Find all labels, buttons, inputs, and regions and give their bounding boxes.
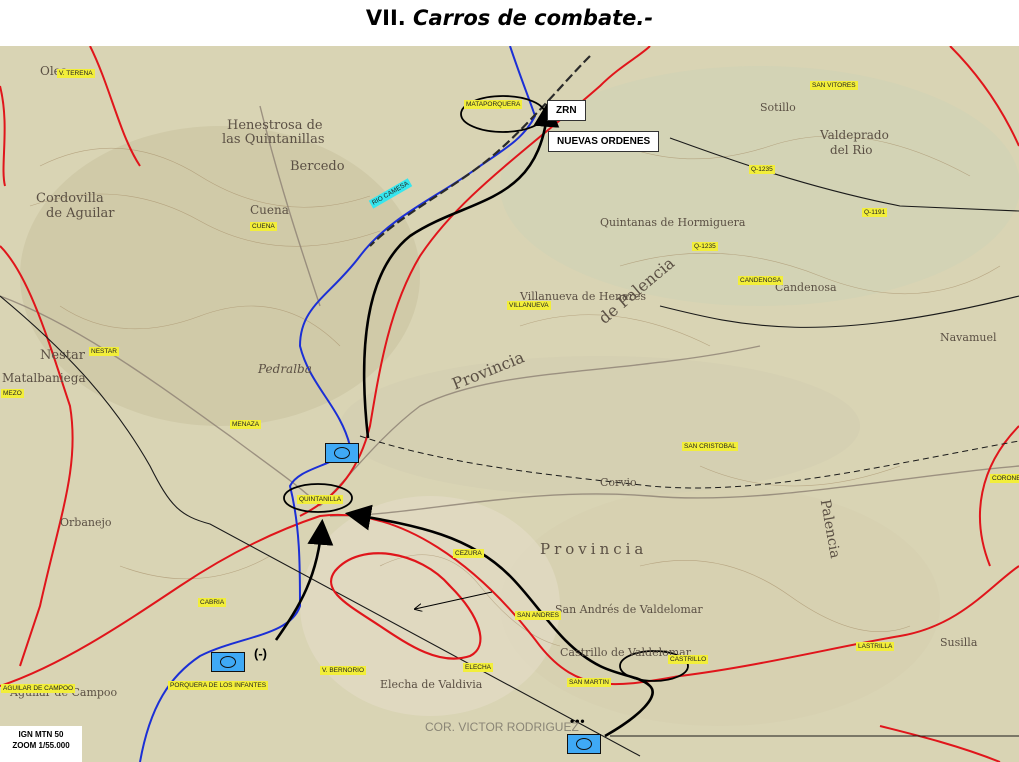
map-text-corvio: Corvio — [600, 476, 637, 489]
map-text-elecha: Elecha de Valdivia — [380, 678, 483, 691]
label-lastrilla: LASTRILLA — [856, 642, 895, 651]
label-quintanilla: QUINTANILLA — [297, 495, 344, 504]
map-text-quintanillas: las Quintanillas — [222, 132, 325, 147]
topographic-map[interactable]: Henestrosa de las Quintanillas Bercedo C… — [0, 46, 1019, 762]
label-q1235-b: Q-1235 — [692, 242, 718, 251]
map-text-quintanas: Quintanas de Hormiguera — [600, 216, 746, 229]
map-text-candenosa: Candenosa — [775, 281, 837, 294]
map-text-de-aguilar: de Aguilar — [46, 206, 115, 221]
map-text-provincia-2: Provincia — [540, 540, 648, 558]
label-san-vitores: SAN VITORES — [810, 81, 858, 90]
label-aguilar: AGUILAR DE CAMPOO — [1, 684, 76, 693]
label-v-bernorio: V. BERNORIO — [320, 666, 367, 675]
map-text-nestar: Nestar — [40, 348, 85, 363]
scale-line-1: IGN MTN 50 — [18, 730, 64, 739]
label-cabria: CABRIA — [198, 598, 227, 607]
title-text: Carros de combate.- — [413, 6, 654, 30]
label-san-cristobal: SAN CRISTOBAL — [682, 442, 738, 451]
map-text-pedralba: Pedralba — [258, 362, 312, 376]
label-candenosa: CANDENOSA — [738, 276, 784, 285]
map-text-matalbaniega: Matalbaniega — [2, 371, 86, 385]
map-text-navamuel: Navamuel — [940, 331, 997, 344]
page-title: VII. Carros de combate.- — [0, 6, 1019, 30]
map-text-sotillo: Sotillo — [760, 101, 796, 114]
watermark: COR. VICTOR RODRIGUEZ — [425, 720, 579, 734]
map-text-cuena: Cuena — [250, 203, 289, 217]
label-san-andres: SAN ANDRES — [515, 611, 561, 620]
tank-oval-icon — [220, 656, 236, 668]
map-text-bercedo: Bercedo — [290, 159, 345, 174]
map-text-cordovilla: Cordovilla — [36, 191, 104, 206]
label-coronelo: CORONELO — [990, 474, 1019, 483]
title-prefix: VII. — [365, 6, 406, 30]
label-nestar: NESTAR — [89, 347, 119, 356]
label-mezo: MEZO — [1, 389, 24, 398]
label-san-martin: SAN MARTIN — [567, 678, 611, 687]
map-text-orbanejo: Orbanejo — [60, 516, 112, 529]
map-text-henestrosa: Henestrosa de — [227, 118, 323, 133]
label-villanueva: VILLANUEVA — [507, 301, 551, 310]
map-text-susilla: Susilla — [940, 636, 978, 649]
callout-zrn: ZRN — [547, 100, 586, 121]
armored-unit-icon[interactable] — [567, 734, 601, 754]
tank-oval-icon — [576, 738, 592, 750]
label-q1235-a: Q-1235 — [749, 165, 775, 174]
callout-nuevas-ordenes: NUEVAS ORDENES — [548, 131, 660, 152]
label-menaza: MENAZA — [230, 420, 262, 429]
unit-reduced-marker: (-) — [254, 646, 267, 661]
tank-oval-icon — [334, 447, 350, 459]
map-text-del-rio: del Rio — [830, 143, 873, 157]
map-text-san-andres: San Andrés de Valdelomar — [555, 603, 703, 616]
label-q1191: Q-1191 — [862, 208, 888, 217]
scale-line-2: ZOOM 1/55.000 — [12, 741, 70, 750]
label-cuena: CUENA — [250, 222, 277, 231]
label-v-terena: V. TERENA — [57, 69, 95, 78]
label-elecha: ELECHA — [463, 663, 494, 672]
label-cezura: CEZURA — [453, 549, 484, 558]
label-porquera-infantes: PORQUERA DE LOS INFANTES — [168, 681, 269, 690]
label-mataporquera: MATAPORQUERA — [464, 100, 523, 109]
map-text-valdeprado: Valdeprado — [820, 128, 889, 142]
label-castrillo: CASTRILLO — [668, 655, 709, 664]
scale-box: IGN MTN 50 ZOOM 1/55.000 — [0, 726, 82, 762]
armored-unit-icon[interactable] — [211, 652, 245, 672]
armored-unit-icon[interactable] — [325, 443, 359, 463]
